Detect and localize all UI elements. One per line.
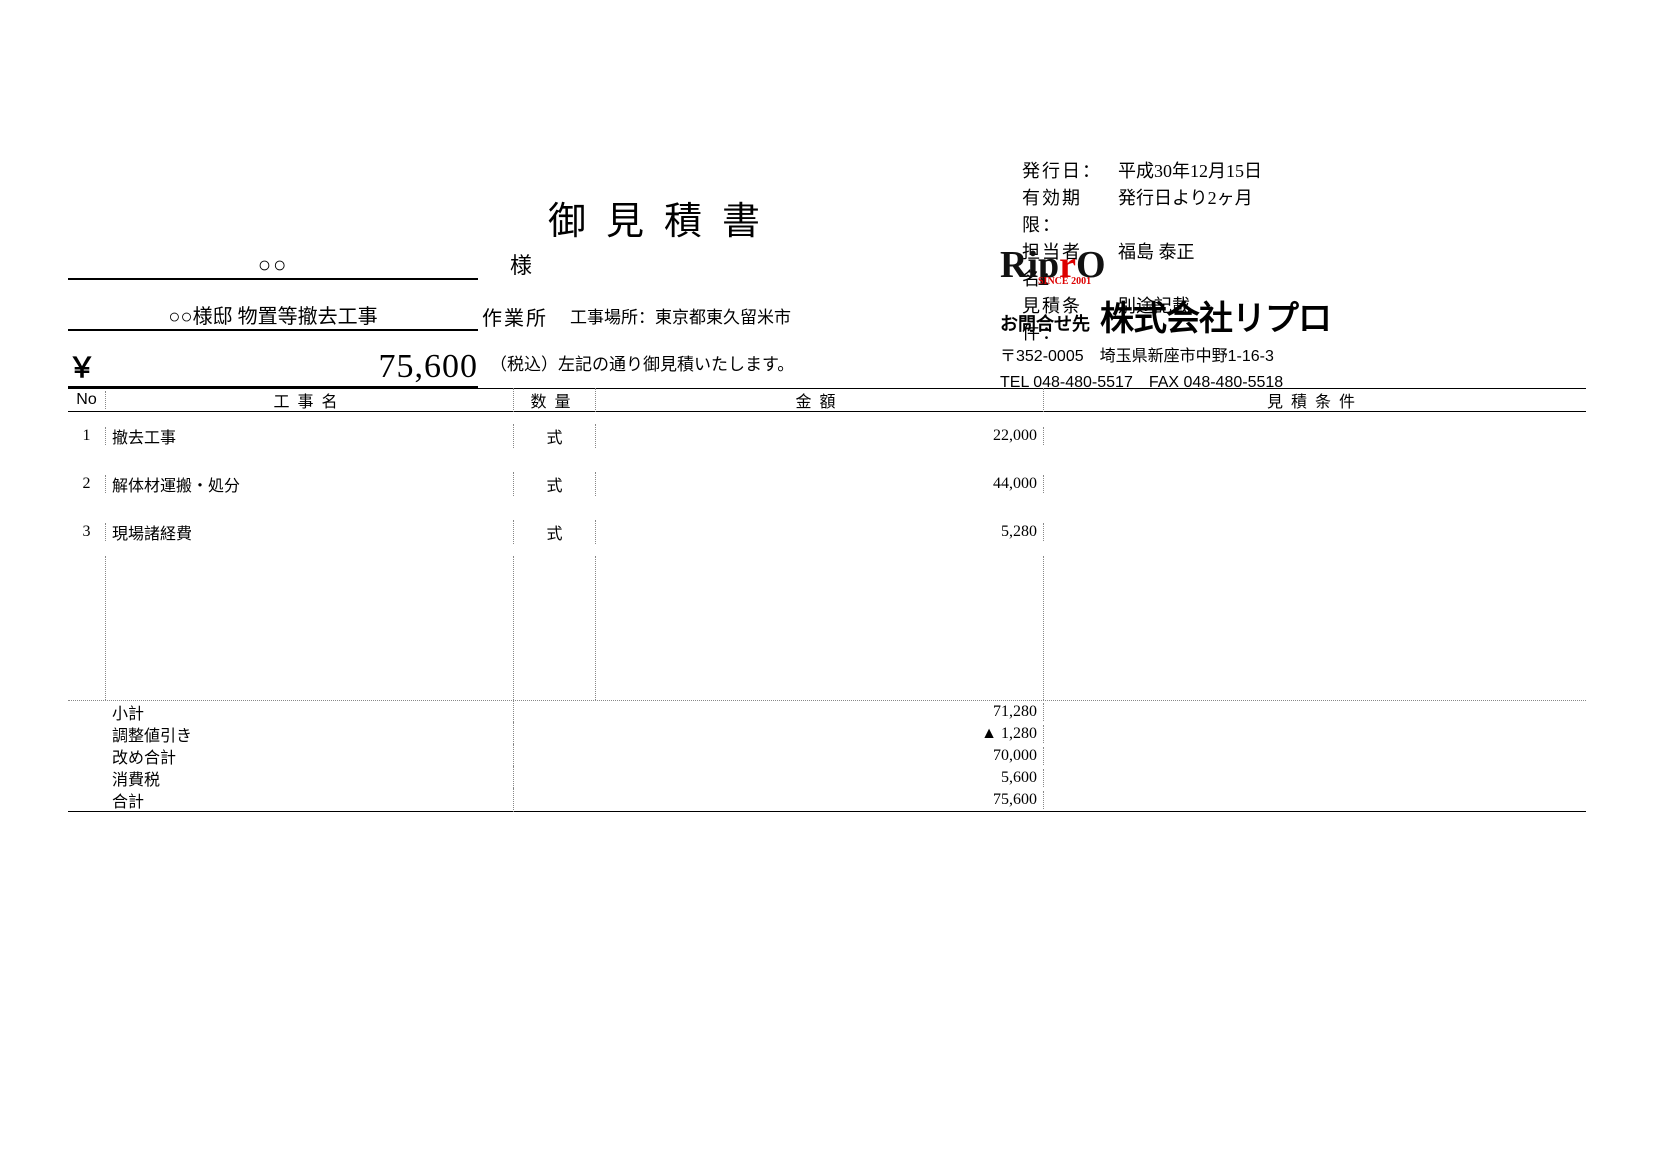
tax-note: （税込）左記の通り御見積いたします。 [490, 350, 794, 375]
table-row: 3現場諸経費式5,280 [68, 508, 1586, 556]
summary-amount: ▲ 1,280 [596, 725, 1044, 743]
yen-symbol: ￥ [68, 346, 96, 386]
summary-row: 改め合計 70,000 [68, 745, 1586, 767]
summary-row: 消費税 5,600 [68, 767, 1586, 789]
summary-label: 改め合計 [106, 744, 514, 768]
cell-name: 現場諸経費 [106, 520, 514, 544]
summary-amount: 5,600 [596, 769, 1044, 787]
cell-amount: 44,000 [596, 475, 1044, 493]
cell-name: 撤去工事 [106, 424, 514, 448]
summary-label: 消費税 [106, 766, 514, 790]
summary-row: 合計 75,600 [68, 789, 1586, 811]
cell-qty: 式 [514, 472, 596, 496]
summary-amount: 71,280 [596, 703, 1044, 721]
client-line: ○○ 様 [68, 252, 478, 280]
cell-no: 1 [68, 427, 106, 445]
company-block: RiprO SINCE 2001 お問合せ先 株式会社リプロ 〒352-0005… [1000, 250, 1470, 392]
work-suffix: 作業所 [482, 302, 548, 331]
summary-label: 小計 [106, 700, 514, 724]
workplace-note: 工事場所：東京都東久留米市 [570, 303, 791, 328]
table-row: 1撤去工事式22,000 [68, 412, 1586, 460]
contact-label: お問合せ先 [1000, 310, 1090, 336]
summary-label: 合計 [106, 788, 514, 812]
issue-date: 平成30年12月15日 [1118, 158, 1262, 185]
cell-qty: 式 [514, 520, 596, 544]
estimate-table: No 工事名 数量 金額 見積条件 1撤去工事式22,0002解体材運搬・処分式… [68, 388, 1586, 812]
work-name: ○○様邸 物置等撤去工事 [68, 300, 478, 329]
summary-amount: 70,000 [596, 747, 1044, 765]
th-amount: 金額 [596, 388, 1044, 412]
work-line: ○○様邸 物置等撤去工事 作業所 [68, 300, 478, 331]
cell-name: 解体材運搬・処分 [106, 472, 514, 496]
summary-row: 小計 71,280 [68, 701, 1586, 723]
summary-label: 調整値引き [106, 722, 514, 746]
summary-amount: 75,600 [596, 791, 1044, 809]
th-qty: 数量 [514, 388, 596, 412]
table-empty-area [68, 556, 1586, 700]
th-cond: 見積条件 [1044, 388, 1586, 412]
valid-value: 発行日より2ヶ月 [1118, 185, 1253, 239]
th-no: No [68, 391, 106, 409]
cell-qty: 式 [514, 424, 596, 448]
table-row: 2解体材運搬・処分式44,000 [68, 460, 1586, 508]
summary-row: 調整値引き ▲ 1,280 [68, 723, 1586, 745]
total-line: ￥ 75,600 [68, 346, 478, 388]
th-name: 工事名 [106, 388, 514, 412]
issue-date-label: 発行日 [1022, 158, 1118, 185]
cell-amount: 5,280 [596, 523, 1044, 541]
client-suffix: 様 [510, 248, 536, 280]
company-address: 〒352-0005 埼玉県新座市中野1-16-3 [1000, 342, 1470, 366]
cell-no: 2 [68, 475, 106, 493]
valid-label: 有効期限 [1022, 185, 1118, 239]
document-title: 御見積書 [0, 190, 780, 245]
company-name: 株式会社リプロ [1100, 291, 1331, 340]
total-amount: 75,600 [96, 348, 478, 386]
table-header: No 工事名 数量 金額 見積条件 [68, 388, 1586, 412]
cell-no: 3 [68, 523, 106, 541]
cell-amount: 22,000 [596, 427, 1044, 445]
client-name: ○○ [68, 252, 478, 278]
